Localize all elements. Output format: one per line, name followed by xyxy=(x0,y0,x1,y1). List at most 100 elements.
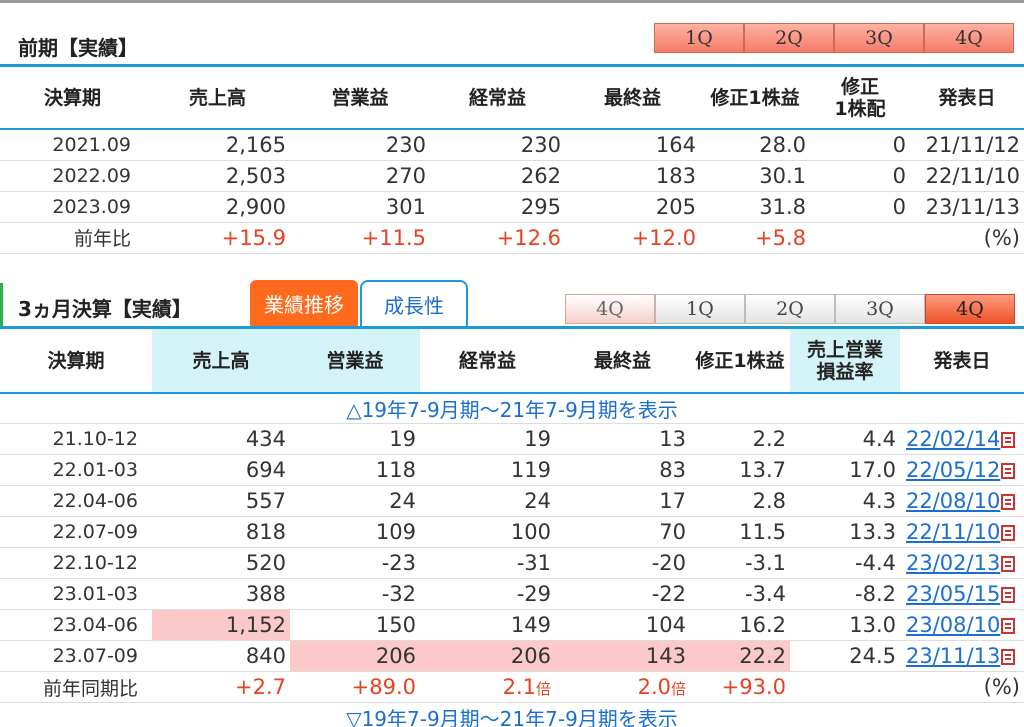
cell-period: 22.04-06 xyxy=(0,485,152,517)
yoy-number: +2.7 xyxy=(235,675,286,699)
cell-operating-profit: 301 xyxy=(290,191,430,223)
quarterly-quarter-button-3q[interactable]: 3Q xyxy=(835,294,925,324)
cell-ordinary-profit: 206 xyxy=(420,640,555,672)
cell-eps: 16.2 xyxy=(690,609,790,641)
cell-operating-margin: 13.3 xyxy=(790,516,900,548)
pdf-icon[interactable] xyxy=(1001,525,1016,541)
pdf-icon[interactable] xyxy=(1001,494,1016,510)
cell-eps: 11.5 xyxy=(690,516,790,548)
cell-period: 23.07-09 xyxy=(0,640,152,672)
yoy-number: +89.0 xyxy=(351,675,416,699)
cell-ordinary-profit: 262 xyxy=(430,160,565,192)
quarterly-title: 3ヵ月決算【実績】 xyxy=(18,297,192,321)
announce-date-link[interactable]: 22/05/12 xyxy=(906,458,1000,482)
cell-net-profit: 83 xyxy=(555,454,690,486)
cell-ordinary-profit: 295 xyxy=(430,191,565,223)
col-header-eps: 修正1株益 xyxy=(710,86,800,109)
cell-operating-margin: 4.3 xyxy=(790,485,900,517)
cell-sales: 2,165 xyxy=(145,129,290,161)
multiplier-unit: 倍 xyxy=(670,680,686,698)
yoy-number: 2.0 xyxy=(637,675,671,699)
announce-date-link[interactable]: 22/08/10 xyxy=(906,489,1000,513)
cell-operating-profit: 150 xyxy=(290,609,420,641)
announce-date-link[interactable]: 23/05/15 xyxy=(906,582,1000,606)
cell-period: 22.10-12 xyxy=(0,547,152,579)
quarterly-quarter-button-prev-4q[interactable]: 4Q xyxy=(565,294,655,324)
annual-title: 前期【実績】 xyxy=(18,36,138,60)
show-earlier-periods-link[interactable]: △19年7-9月期～21年7-9月期を表示 xyxy=(0,393,1024,424)
tab-growth[interactable]: 成長性 xyxy=(360,280,468,326)
cell-sales: 434 xyxy=(152,423,290,455)
cell-sales: 2,503 xyxy=(145,160,290,192)
col-header-operating-profit: 営業益 xyxy=(290,329,420,393)
announce-date-link[interactable]: 23/02/13 xyxy=(906,551,1000,575)
cell-ordinary-profit: 119 xyxy=(420,454,555,486)
cell-period: 2022.09 xyxy=(0,160,145,192)
annual-table: 決算期 売上高 営業益 経常益 最終益 修正1株益 修正 1株配 発表日 202… xyxy=(0,67,1024,254)
col-header-operating-margin: 売上営業 損益率 xyxy=(790,329,900,393)
quarterly-quarter-button-1q[interactable]: 1Q xyxy=(655,294,745,324)
cell-net-profit: 104 xyxy=(555,609,690,641)
cell-operating-margin: 4.4 xyxy=(790,423,900,455)
yoy-label: 前年比 xyxy=(0,222,145,254)
cell-operating-profit: 24 xyxy=(290,485,420,517)
cell-eps: -3.1 xyxy=(690,547,790,579)
yoy-number: (%) xyxy=(983,675,1020,699)
announce-date-link[interactable]: 23/11/13 xyxy=(906,644,1000,668)
annual-quarter-button-3q[interactable]: 3Q xyxy=(834,23,924,53)
table-row: 2022.09 2,503 270 262 183 30.1 0 22/11/10 xyxy=(0,160,1024,192)
yoy-value: +12.6 xyxy=(430,222,565,254)
cell-operating-profit: -23 xyxy=(290,547,420,579)
cell-operating-margin: -4.4 xyxy=(790,547,900,579)
table-row: 2023.09 2,900 301 295 205 31.8 0 23/11/13 xyxy=(0,191,1024,223)
cell-ordinary-profit: 100 xyxy=(420,516,555,548)
yoy-value: (%) xyxy=(910,222,1024,254)
cell-sales: 2,900 xyxy=(145,191,290,223)
pdf-icon[interactable] xyxy=(1001,556,1016,572)
cell-ordinary-profit: -29 xyxy=(420,578,555,610)
cell-ordinary-profit: 149 xyxy=(420,609,555,641)
cell-net-profit: 164 xyxy=(565,129,700,161)
pdf-icon[interactable] xyxy=(1001,432,1016,448)
top-divider xyxy=(0,0,1024,3)
show-later-periods-link[interactable]: ▽19年7-9月期～21年7-9月期を表示 xyxy=(0,703,1024,727)
cell-announce-date: 23/08/10 xyxy=(900,609,1024,641)
yoy-label: 前年同期比 xyxy=(0,671,152,703)
cell-sales: 557 xyxy=(152,485,290,517)
cell-ordinary-profit: -31 xyxy=(420,547,555,579)
quarterly-quarter-button-2q[interactable]: 2Q xyxy=(745,294,835,324)
cell-period: 22.07-09 xyxy=(0,516,152,548)
yoy-value: +89.0 xyxy=(290,671,420,703)
yoy-value: +2.7 xyxy=(152,671,290,703)
table-row: 22.01-03 694 118 119 83 13.7 17.0 22/05/12 xyxy=(0,454,1024,486)
table-row: 22.07-09 818 109 100 70 11.5 13.3 22/11/10 xyxy=(0,516,1024,548)
table-row: 2021.09 2,165 230 230 164 28.0 0 21/11/12 xyxy=(0,129,1024,161)
annual-quarter-button-1q[interactable]: 1Q xyxy=(654,23,744,53)
cell-net-profit: 13 xyxy=(555,423,690,455)
cell-ordinary-profit: 24 xyxy=(420,485,555,517)
cell-dividend: 0 xyxy=(810,191,910,223)
cell-dividend: 0 xyxy=(810,129,910,161)
pdf-icon[interactable] xyxy=(1001,649,1016,665)
quarterly-quarter-button-4q[interactable]: 4Q xyxy=(925,294,1015,324)
pdf-icon[interactable] xyxy=(1001,618,1016,634)
quarterly-header-row: 決算期 売上高 営業益 経常益 最終益 修正1株益 売上営業 損益率 発表日 xyxy=(0,329,1024,393)
yoy-value: 2.0倍 xyxy=(555,671,690,703)
tab-performance-trend[interactable]: 業績推移 xyxy=(250,280,358,326)
cell-dividend: 0 xyxy=(810,160,910,192)
cell-operating-profit: 118 xyxy=(290,454,420,486)
yoy-value xyxy=(810,222,910,254)
cell-net-profit: 205 xyxy=(565,191,700,223)
quarterly-table: 決算期 売上高 営業益 経常益 最終益 修正1株益 売上営業 損益率 発表日 △… xyxy=(0,329,1024,727)
annual-quarter-button-2q[interactable]: 2Q xyxy=(744,23,834,53)
announce-date-link[interactable]: 22/11/10 xyxy=(906,520,1000,544)
cell-period: 2023.09 xyxy=(0,191,145,223)
pdf-icon[interactable] xyxy=(1001,587,1016,603)
announce-date-link[interactable]: 22/02/14 xyxy=(906,427,1000,451)
annual-quarter-button-4q[interactable]: 4Q xyxy=(924,23,1014,53)
pdf-icon[interactable] xyxy=(1001,463,1016,479)
cell-period: 22.01-03 xyxy=(0,454,152,486)
cell-eps: 2.8 xyxy=(690,485,790,517)
cell-operating-margin: -8.2 xyxy=(790,578,900,610)
announce-date-link[interactable]: 23/08/10 xyxy=(906,613,1000,637)
